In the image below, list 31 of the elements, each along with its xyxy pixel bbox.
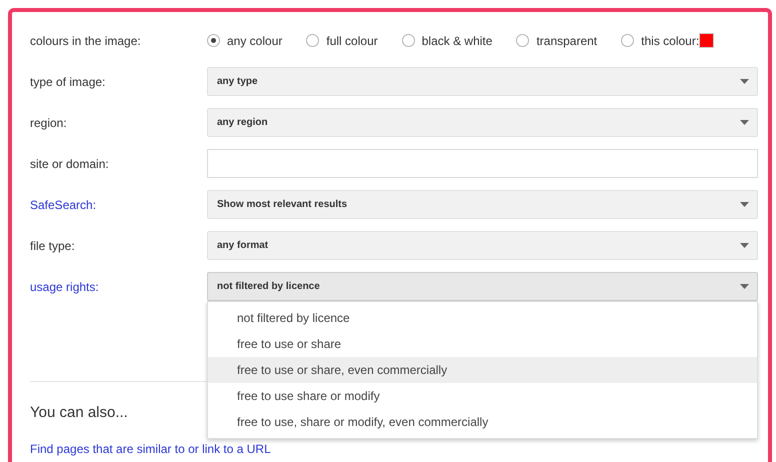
caret-icon [740,120,749,125]
menu-option[interactable]: free to use or share, even commercially [208,357,757,383]
caret-icon [740,284,749,289]
caret-icon [740,243,749,248]
field-label: file type: [30,238,75,252]
input-field[interactable] [207,149,758,178]
field-link[interactable]: SafeSearch: [30,198,96,212]
radio-option[interactable]: transparent [516,34,598,48]
field-label: site or domain: [30,156,109,170]
dropdown-select[interactable]: any format [207,231,758,260]
field-link[interactable]: usage rights: [30,280,99,294]
menu-option[interactable]: not filtered by licence [208,305,757,331]
radio-option[interactable]: full colour [306,34,378,48]
radio-option[interactable]: black & white [402,34,492,48]
dropdown-select[interactable]: any type [207,67,758,96]
colour-swatch[interactable] [699,33,714,48]
caret-icon [740,202,749,207]
menu-option[interactable]: free to use or share [208,331,757,357]
field-label: region: [30,116,67,130]
menu-option[interactable]: free to use, share or modify, even commercially [208,409,757,435]
field-label: type of image: [30,74,106,88]
dropdown-select[interactable]: not filtered by licence [207,272,758,301]
radio-option[interactable]: this colour: [621,33,714,48]
field-label: colours in the image: [30,34,142,48]
menu-option[interactable]: free to use share or modify [208,383,757,409]
caret-icon [740,79,749,84]
section-heading: You can also... [30,404,128,422]
dropdown-select[interactable]: Show most relevant results [207,190,758,219]
page-link[interactable]: Find pages that are similar to or link to a URL [30,442,271,457]
radio-option[interactable]: any colour [207,34,282,48]
dropdown-select[interactable]: any region [207,108,758,137]
